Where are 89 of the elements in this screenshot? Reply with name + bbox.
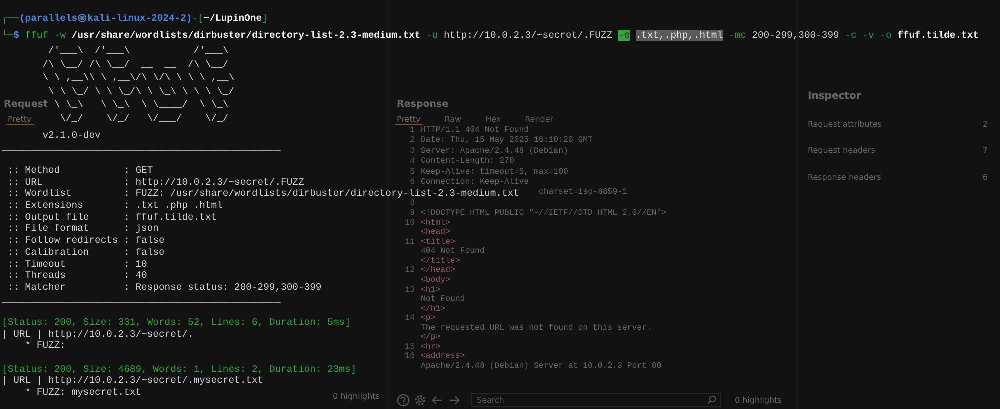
tab[interactable]: Raw	[442, 114, 464, 124]
version-text: v2.1.0-dev	[42, 130, 101, 141]
help-icon[interactable]	[397, 394, 410, 406]
panel-title: Response	[397, 99, 449, 110]
url-line: | URL | http://10.0.2.3/~secret/.	[2, 328, 194, 340]
row-label[interactable]: Request headers	[808, 146, 876, 156]
ascii-logo-text: \ \ ,__\\ \ ,__\/\ \/\ \ \ \ ,__\	[42, 72, 235, 83]
code-line: <p>	[421, 314, 436, 324]
code-line: Content-Length: 270	[421, 157, 514, 168]
code-line: Keep-Alive: timeout=5, max=100	[421, 168, 568, 178]
ascii-logo-text: \/_/ \/_/ \/___/ \/_/	[60, 112, 229, 124]
code-line: Not Found	[421, 295, 466, 305]
fuzz-line: * FUZZ: mysecret.txt	[25, 387, 142, 398]
forward-arrow-icon[interactable]	[448, 394, 461, 406]
code-line: <!DOCTYPE HTML PUBLIC "-//IETF//DTD HTML 2.0//EN">	[421, 209, 667, 219]
command-line: └─$ ffuf -w /usr/share/wordlists/dirbuster/directory-list-2.3-medium.txt -u http://10.0.2.3/~secret/.FUZZ -e .txt,.php,.html -mc 200-299,300-399 -c -v -o ffuf.tilde.txt	[2, 30, 979, 41]
code-line: HTTP/1.1 404 Not Found	[421, 126, 530, 136]
line-number: 16	[405, 352, 415, 362]
fuzz-line: * FUZZ:	[25, 340, 66, 352]
config-line: :: Output file : ffuf.tilde.txt	[6, 212, 218, 222]
config-line: :: Calibration : false	[6, 248, 165, 257]
separator-line: ________________________________________________	[2, 294, 282, 305]
row-label[interactable]: Response headers	[808, 172, 882, 182]
line-number: 6	[410, 178, 415, 187]
code-line: charset=iso-8859-1	[539, 188, 628, 199]
row-label[interactable]: Request attributes	[808, 120, 882, 129]
code-line: <body>	[421, 276, 450, 286]
back-arrow-icon[interactable]	[431, 394, 444, 406]
config-line: :: Wordlist : FUZZ: /usr/share/wordlists/dirbuster/directory-list-2.3-medium.txt	[6, 189, 520, 198]
code-line: Server: Apache/2.4.48 (Debian)	[421, 146, 568, 157]
config-line: :: Matcher : Response status: 200-299,300-399	[6, 282, 322, 292]
code-line: The requested URL was not found on this server.	[421, 324, 652, 333]
code-line: Connection: Keep-Alive	[421, 178, 530, 188]
inspector-title: Inspector	[808, 91, 862, 102]
tab[interactable]: Render	[523, 114, 556, 124]
search-field[interactable]: Search	[471, 393, 721, 407]
line-number: 9	[410, 209, 415, 218]
status-line: [Status: 200, Size: 4689, Words: 1, Lines: 2, Duration: 23ms]	[2, 364, 357, 375]
code-line: 404 Not Found	[421, 247, 485, 257]
line-number: 4	[410, 157, 415, 166]
tab[interactable]: Hex	[484, 114, 504, 124]
line-number: 14	[405, 314, 415, 324]
line-number: 11	[405, 238, 415, 247]
code-line: <head>	[421, 228, 450, 238]
line-number: 8	[410, 198, 415, 208]
tab[interactable]: Pretty	[6, 114, 34, 124]
line-number: 1	[410, 126, 415, 135]
config-line: :: Extensions : .txt .php .html	[6, 201, 223, 210]
settings-icon[interactable]	[414, 394, 427, 406]
code-line: Apache/2.4.48 (Debian) Server at 10.0.2.3 Port 80	[421, 362, 662, 372]
line-number: 5	[410, 168, 415, 177]
row-count: 7	[982, 146, 988, 156]
line-number: 10	[405, 218, 415, 228]
ascii-logo-text: /\ \__/ /\ \__/ __ __ /\ \__/	[42, 58, 229, 70]
row-count: 6	[982, 172, 988, 182]
highlights-count: 0 highlights	[735, 396, 782, 404]
config-line: :: File format : json	[6, 224, 159, 234]
code-line: <address>	[421, 352, 466, 362]
highlights-count: 0 highlights	[333, 392, 380, 400]
ascii-logo-text: \ \ \_/ \ \ \_/\ \ \_\ \ \ \ \_/	[48, 86, 235, 96]
config-line: :: Follow redirects : false	[6, 236, 165, 246]
code-line: <hr>	[421, 342, 441, 352]
shell-prompt: ┌──(parallels㉿kali-linux-2024-2)-[~/LupinOne]	[2, 13, 268, 24]
line-number: 13	[405, 286, 415, 294]
config-line: :: Method : GET	[6, 166, 154, 175]
code-line: Date: Thu, 15 May 2025 16:10:20 GMT	[421, 136, 593, 147]
config-line: :: Timeout : 10	[6, 260, 148, 268]
line-number: 15	[405, 342, 415, 352]
separator-line: ________________________________________________	[2, 142, 282, 153]
code-line: </head>	[421, 266, 456, 276]
url-line: | URL | http://10.0.2.3/~secret/.mysecret.txt	[2, 375, 264, 386]
line-number: 12	[405, 266, 415, 276]
line-number: 2	[410, 136, 415, 146]
code-line: </p>	[421, 333, 441, 343]
status-line: [Status: 200, Size: 331, Words: 52, Lines: 6, Duration: 5ms]	[2, 317, 351, 328]
search-icon	[707, 395, 717, 405]
code-line: </h1>	[421, 304, 446, 314]
line-number: 3	[410, 146, 415, 156]
code-line: <title>	[421, 238, 456, 248]
code-line: <html>	[421, 218, 450, 228]
row-count: 2	[982, 120, 988, 129]
config-line: :: URL : http://10.0.2.3/~secret/.FUZZ	[6, 178, 304, 187]
ascii-logo-text: \ \_\ \ \_\ \ \____/ \ \_\	[54, 99, 229, 110]
tab[interactable]: Pretty	[395, 114, 423, 124]
ascii-logo-text: /'___\ /'___\ /'___\	[48, 45, 229, 56]
code-line: <h1>	[421, 286, 441, 296]
config-line: :: Threads : 40	[6, 271, 148, 280]
code-line: </title>	[421, 256, 460, 266]
panel-title: Request	[4, 99, 48, 110]
